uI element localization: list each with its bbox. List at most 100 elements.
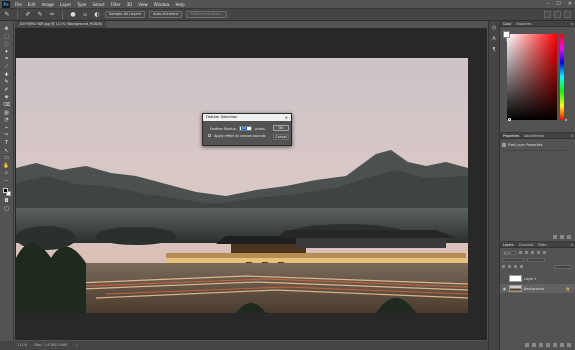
delete-icon[interactable] [567,235,571,239]
group-icon[interactable] [553,343,557,347]
add-to-selection-icon[interactable]: ✎ [36,11,44,19]
apply-effect-checkbox[interactable] [208,134,211,137]
color-field[interactable] [507,34,557,121]
adjustment-layer-icon[interactable] [546,343,550,347]
layer-name[interactable]: Layer 1 [524,277,537,281]
character-icon[interactable]: A [490,35,498,43]
eyedropper-tool-icon[interactable]: ⟋ [2,64,12,72]
document-photo[interactable] [16,58,468,313]
tab-adjustments[interactable]: Adjustments [524,134,544,138]
menu-layer[interactable]: Layer [57,2,74,7]
edit-toolbar-icon[interactable]: ⋯ [2,178,12,186]
minimize-icon[interactable]: – [547,1,550,7]
menu-image[interactable]: Image [38,2,57,7]
visibility-icon[interactable] [560,235,564,239]
tab-channels[interactable]: Channels [519,243,534,247]
layer-row[interactable]: Layer 1 [500,274,575,283]
layer-style-icon[interactable] [532,343,536,347]
lock-transparent-icon[interactable] [502,265,505,268]
menu-file[interactable]: File [12,2,25,7]
menu-window[interactable]: Window [151,2,173,7]
menu-3d[interactable]: 3D [124,2,136,7]
rectangle-tool-icon[interactable]: ▭ [2,155,12,163]
quick-mask-icon[interactable]: ◘ [2,198,12,206]
menu-type[interactable]: Type [74,2,89,7]
clone-stamp-tool-icon[interactable]: ✐ [2,87,12,95]
zoom-level[interactable]: 111% [17,343,27,347]
filter-adjustment-icon[interactable] [525,251,528,254]
layer-row[interactable]: ◉ Background 🔒 [500,284,575,293]
select-and-mask-button[interactable]: Select and Mask... [186,11,228,18]
type-tool-icon[interactable]: T [2,140,12,148]
eye-icon[interactable]: ◉ [502,287,507,291]
quick-selection-tool-icon[interactable]: ✦ [2,49,12,57]
tab-properties[interactable]: Properties [503,134,519,138]
close-icon[interactable]: ✕ [568,1,572,7]
menu-select[interactable]: Select [89,2,107,7]
lock-position-icon[interactable] [514,265,517,268]
filter-type-icon[interactable] [531,251,534,254]
share-icon[interactable] [564,11,571,18]
zoom-tool-icon[interactable]: ⌕ [2,170,12,178]
new-selection-icon[interactable]: ✐ [24,11,32,19]
history-icon[interactable]: ◷ [490,24,498,32]
screen-mode-icon[interactable]: ▢ [2,206,12,214]
tab-color[interactable]: Color [503,22,511,26]
add-mask-icon[interactable] [539,343,543,347]
workspace-switcher-icon[interactable] [554,11,561,18]
opacity-field[interactable] [527,257,545,262]
delete-layer-icon[interactable] [567,343,571,347]
menu-edit[interactable]: Edit [25,2,39,7]
menu-help[interactable]: Help [172,2,187,7]
close-tab-icon[interactable]: × [106,22,107,26]
new-layer-icon[interactable] [560,343,564,347]
brush-size-value[interactable]: 20 [81,11,89,19]
healing-brush-tool-icon[interactable]: ✚ [2,72,12,80]
ok-button[interactable]: OK [273,125,289,131]
color-picker-ring[interactable] [508,118,511,121]
status-menu-icon[interactable]: › [76,343,77,347]
menu-filter[interactable]: Filter [108,2,124,7]
pen-tool-icon[interactable]: ✑ [2,132,12,140]
dodge-tool-icon[interactable]: ⌁ [2,125,12,133]
gradient-tool-icon[interactable]: ▥ [2,110,12,118]
color-swatches[interactable] [2,187,12,198]
fill-field[interactable] [554,264,572,269]
search-icon[interactable] [544,11,551,18]
reset-icon[interactable] [553,235,557,239]
brush-tool-icon[interactable]: ✎ [2,79,12,87]
hand-tool-icon[interactable]: ✋ [2,163,12,171]
blur-tool-icon[interactable]: ◔ [2,117,12,125]
crop-tool-icon[interactable]: ⌗ [2,56,12,64]
tab-layers[interactable]: Layers [503,243,514,247]
filter-smart-object-icon[interactable] [543,251,546,254]
tab-paths[interactable]: Paths [538,243,547,247]
lock-pixels-icon[interactable] [508,265,511,268]
filter-pixel-icon[interactable] [519,251,522,254]
menu-view[interactable]: View [135,2,151,7]
lasso-tool-icon[interactable]: ◌ [2,41,12,49]
foreground-color-swatch[interactable] [2,188,8,194]
panel-menu-icon[interactable]: ≡ [570,22,573,26]
cancel-button[interactable]: Cancel [273,134,289,140]
eraser-tool-icon[interactable]: ⌫ [2,102,12,110]
link-layers-icon[interactable] [525,343,529,347]
filter-shape-icon[interactable] [537,251,540,254]
hue-slider-arrow-icon[interactable]: ◂ [565,117,567,122]
blend-mode-select[interactable] [502,257,524,262]
foreground-color-swatch[interactable] [503,31,510,38]
lock-all-icon[interactable] [520,265,523,268]
tab-swatches[interactable]: Swatches [516,22,531,26]
hue-slider[interactable] [560,34,564,120]
marquee-tool-icon[interactable]: ⬚ [2,34,12,42]
panel-menu-icon[interactable]: ≡ [570,243,573,247]
sample-all-layers-checkbox[interactable]: Sample All Layers [105,11,146,18]
panel-menu-icon[interactable]: ≡ [570,134,573,138]
path-selection-tool-icon[interactable]: ↖ [2,148,12,156]
history-brush-tool-icon[interactable]: ◈ [2,94,12,102]
paragraph-icon[interactable]: ¶ [490,46,498,54]
document-tab[interactable]: _DSF9690-HDR.jpg @ 111% (Background, RGB… [15,21,107,28]
layer-kind-select[interactable]: Kind [502,250,516,255]
brush-angle-icon[interactable]: ◐ [93,11,101,19]
dialog-close-icon[interactable]: × [285,114,288,121]
